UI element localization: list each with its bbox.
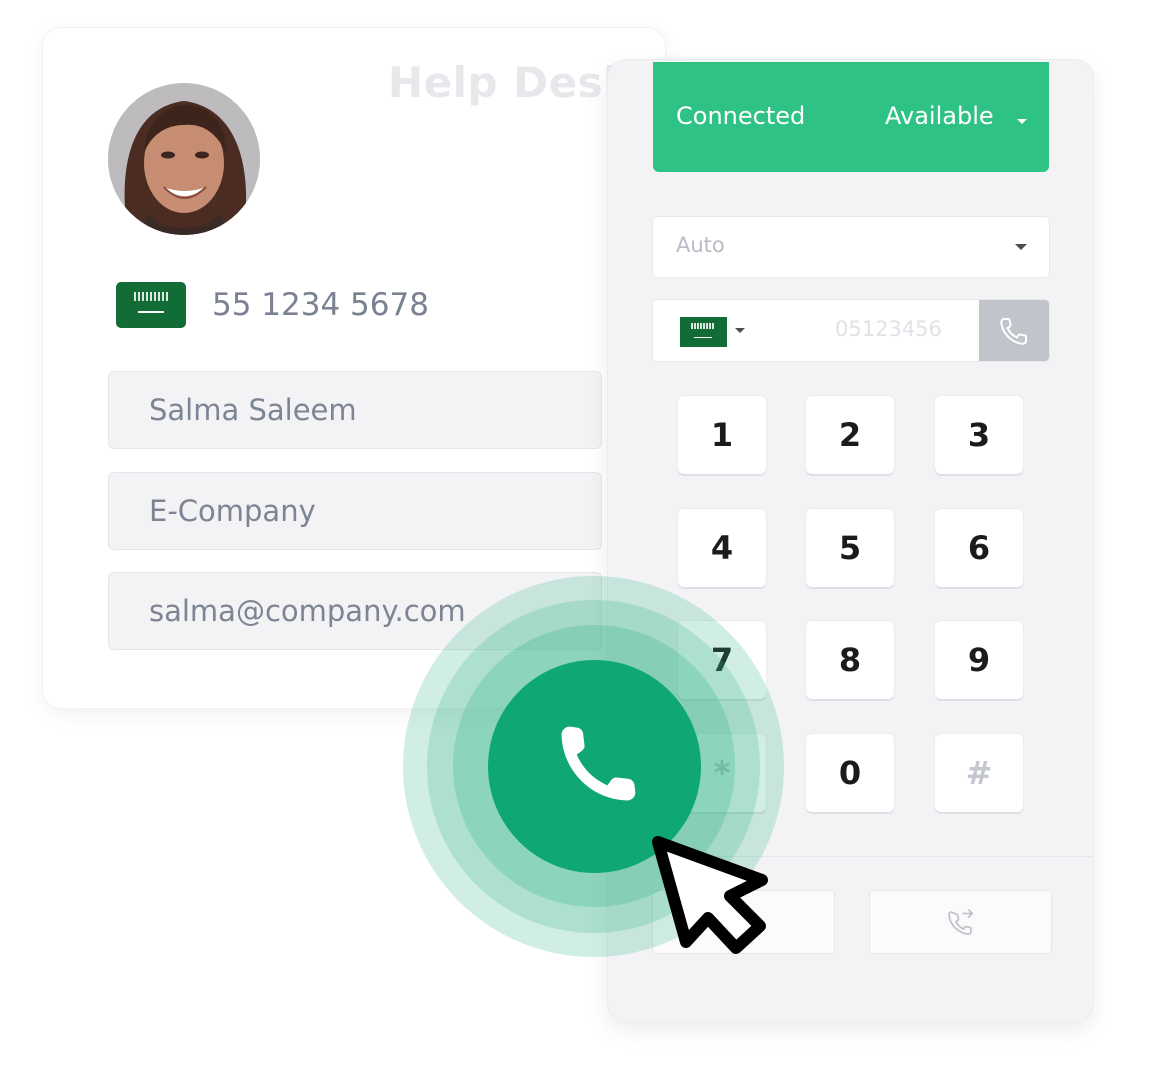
avatar-photo <box>108 83 260 235</box>
dial-input-placeholder: 05123456 <box>835 317 942 341</box>
contact-phone-number: 55 1234 5678 <box>212 287 429 323</box>
keypad-key-1[interactable]: 1 <box>678 396 766 474</box>
saudi-arabia-flag-icon <box>116 282 186 328</box>
contact-company-field[interactable]: E-Company <box>108 472 602 550</box>
keypad-key-8[interactable]: 8 <box>806 621 894 699</box>
keypad-key-hash[interactable]: # <box>935 734 1023 812</box>
availability-dropdown[interactable]: Available <box>885 102 994 130</box>
keypad-key-5[interactable]: 5 <box>806 509 894 587</box>
phone-icon <box>1000 317 1028 345</box>
phone-icon <box>561 726 635 800</box>
mode-select[interactable]: Auto <box>653 217 1049 277</box>
chevron-down-icon[interactable] <box>1017 119 1027 124</box>
saudi-arabia-flag-icon[interactable] <box>680 317 727 347</box>
help-desk-title: Help Desk <box>388 58 632 107</box>
call-transfer-icon <box>947 909 973 935</box>
contact-name-field[interactable]: Salma Saleem <box>108 371 602 449</box>
dial-call-button[interactable] <box>979 300 1049 361</box>
contact-phone-row: 55 1234 5678 <box>116 282 429 328</box>
contact-avatar <box>108 83 260 235</box>
status-bar: Connected Available <box>653 62 1049 172</box>
keypad-key-0[interactable]: 0 <box>806 734 894 812</box>
keypad-key-6[interactable]: 6 <box>935 509 1023 587</box>
connection-status: Connected <box>676 102 806 130</box>
keypad-key-4[interactable]: 4 <box>678 509 766 587</box>
chevron-down-icon <box>1015 244 1027 250</box>
mode-select-value: Auto <box>676 233 725 257</box>
keypad-key-2[interactable]: 2 <box>806 396 894 474</box>
call-transfer-button[interactable] <box>870 891 1051 953</box>
country-chevron-down-icon[interactable] <box>735 328 745 333</box>
dial-number-input[interactable]: 05123456 <box>653 300 1049 361</box>
mouse-cursor-icon <box>652 836 768 954</box>
keypad-key-9[interactable]: 9 <box>935 621 1023 699</box>
keypad-key-3[interactable]: 3 <box>935 396 1023 474</box>
